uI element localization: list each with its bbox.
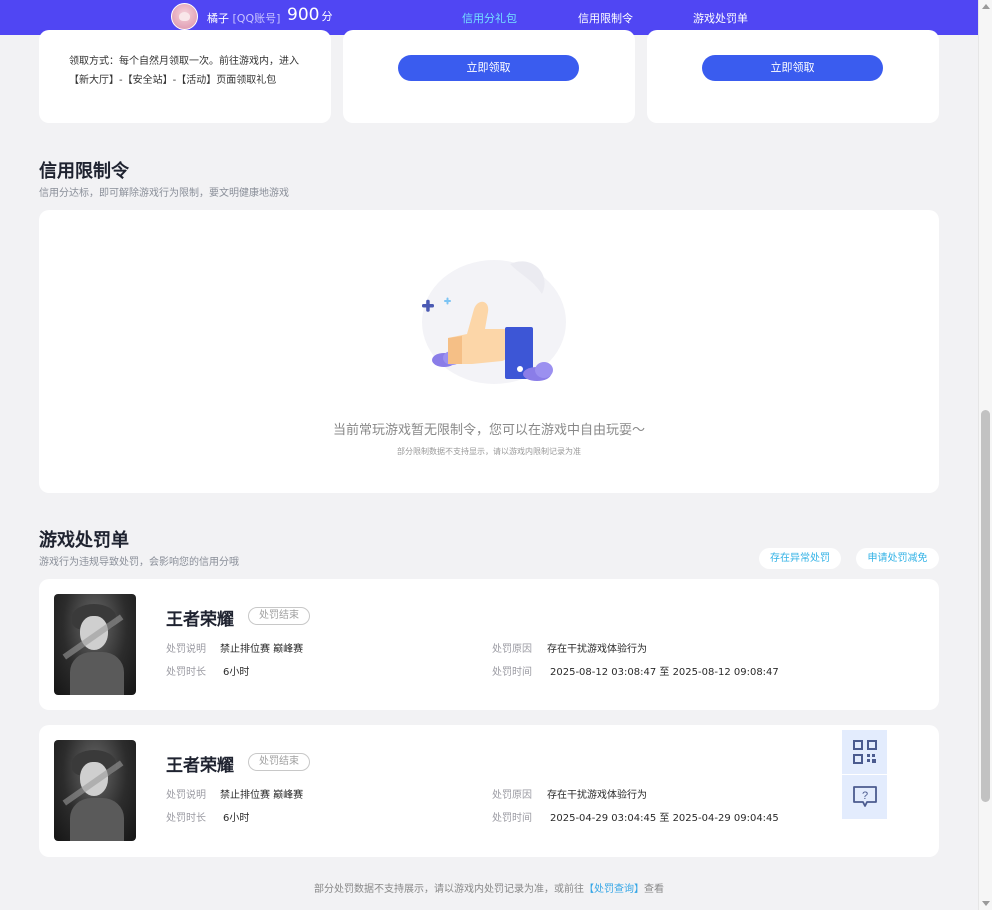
footer-note-suffix: 查看 [644,884,664,895]
restriction-section-subtitle: 信用分达标，即可解除游戏行为限制，要文明健康地游戏 [39,188,289,199]
apply-penalty-reduction-button[interactable]: 申请处罚减免 [856,548,939,569]
penalty-card: 王者荣耀 处罚结束 处罚说明 禁止排位赛 巅峰赛 处罚时长 6小时 处罚原因 存… [39,725,939,857]
abnormal-penalty-button[interactable]: 存在异常处罚 [759,548,841,569]
gift-info-card: 领取方式：每个自然月领取一次。前往游戏内，进入【新大厅】-【安全站】-【活动】页… [39,30,331,123]
penalty-desc-label: 处罚说明 [166,644,206,655]
gift-claim-description: 领取方式：每个自然月领取一次。前往游戏内，进入【新大厅】-【安全站】-【活动】页… [69,56,299,86]
claim-gift-button[interactable]: 立即领取 [702,55,883,81]
status-badge: 处罚结束 [248,753,310,771]
penalty-time-label: 处罚时间 [492,813,532,824]
svg-text:?: ? [861,790,867,802]
penalty-desc-label: 处罚说明 [166,790,206,801]
restriction-empty-message: 当前常玩游戏暂无限制令，您可以在游戏中自由玩耍～ [332,423,645,438]
penalty-desc-value: 禁止排位赛 巅峰赛 [220,644,304,655]
page-scrollbar[interactable] [978,0,992,910]
claim-gift-button[interactable]: 立即领取 [398,55,579,81]
status-badge: 处罚结束 [248,607,310,625]
restriction-section-title: 信用限制令 [39,161,129,182]
avatar[interactable] [171,3,198,30]
footer-note-text: 部分处罚数据不支持展示，请以游戏内处罚记录为准，或前往 [314,884,584,895]
credit-score-value: 900 [287,5,320,25]
scroll-thumb[interactable] [981,410,990,802]
penalty-section-subtitle: 游戏行为违规导致处罚，会影响您的信用分哦 [39,557,239,568]
game-name: 王者荣耀 [166,756,234,776]
penalty-duration-label: 处罚时长 [166,667,206,678]
credit-score: 900 分 [287,5,332,25]
gift-card-2: 立即领取 [343,30,635,123]
qr-code-icon [852,740,877,764]
restriction-empty-note: 部分限制数据不支持显示，请以游戏内限制记录为准 [397,447,581,456]
credit-score-unit: 分 [321,10,333,23]
penalty-reason-label: 处罚原因 [492,790,532,801]
game-name: 王者荣耀 [166,610,234,630]
restriction-empty-card: 当前常玩游戏暂无限制令，您可以在游戏中自由玩耍～ 部分限制数据不支持显示，请以游… [39,210,939,493]
penalty-reason-label: 处罚原因 [492,644,532,655]
penalty-desc-value: 禁止排位赛 巅峰赛 [220,790,304,801]
penalty-query-link[interactable]: 【处罚查询】 [584,884,644,895]
tab-game-penalty[interactable]: 游戏处罚单 [693,10,748,26]
penalty-duration-value: 6小时 [223,667,250,678]
penalty-time-value: 2025-04-29 03:04:45 至 2025-04-29 09:04:4… [550,813,779,824]
penalty-duration-value: 6小时 [223,813,250,824]
footer-note: 部分处罚数据不支持展示，请以游戏内处罚记录为准，或前往【处罚查询】查看 [0,880,978,895]
game-thumbnail [54,740,136,841]
username-text: 橘子 [207,12,229,25]
account-type: [QQ账号] [232,12,281,25]
penalty-reason-value: 存在干扰游戏体验行为 [547,790,647,801]
tab-credit-restriction[interactable]: 信用限制令 [578,10,633,26]
scroll-down-arrow-icon[interactable] [982,901,990,906]
penalty-reason-value: 存在干扰游戏体验行为 [547,644,647,655]
qr-code-button[interactable] [842,730,887,774]
feedback-button[interactable]: ? [842,775,887,819]
penalty-section-title: 游戏处罚单 [39,530,129,551]
penalty-card: 王者荣耀 处罚结束 处罚说明 禁止排位赛 巅峰赛 处罚时长 6小时 处罚原因 存… [39,579,939,710]
thumbs-up-illustration-icon [422,260,566,384]
penalty-time-label: 处罚时间 [492,667,532,678]
gift-card-3: 立即领取 [647,30,939,123]
help-chat-icon: ? [852,786,877,807]
tab-credit-gift[interactable]: 信用分礼包 [462,10,517,26]
game-thumbnail [54,594,136,695]
scroll-up-arrow-icon[interactable] [982,4,990,9]
user-name: 橘子 [QQ账号] [207,10,280,26]
penalty-duration-label: 处罚时长 [166,813,206,824]
penalty-time-value: 2025-08-12 03:08:47 至 2025-08-12 09:08:4… [550,667,779,678]
